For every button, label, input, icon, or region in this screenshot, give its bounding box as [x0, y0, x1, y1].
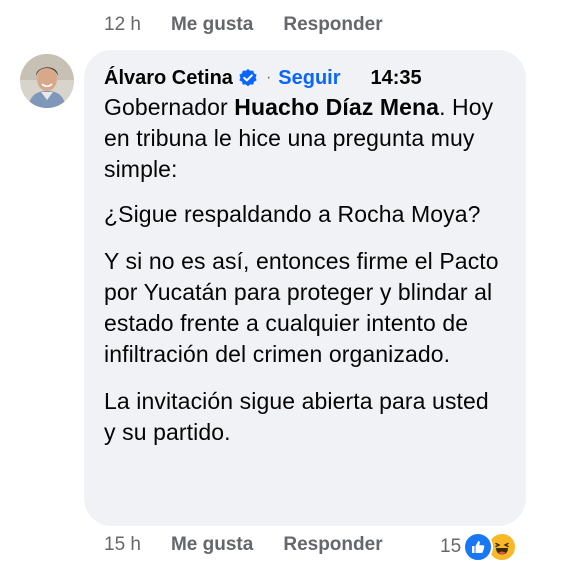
like-button[interactable]: Me gusta — [171, 534, 253, 556]
verified-badge-icon — [238, 68, 258, 88]
avatar-image — [20, 54, 74, 108]
comment-paragraph-4: La invitación sigue abierta para usted y… — [104, 388, 489, 445]
comment-p1-prefix: Gobernador — [104, 94, 235, 120]
comment-bubble: Álvaro Cetina · Seguir 14:35 Gobernador … — [84, 50, 526, 526]
comment-paragraph-1: Gobernador Huacho Díaz Mena. Hoy en trib… — [104, 92, 506, 185]
comment-time[interactable]: 14:35 — [371, 67, 422, 90]
comment-paragraph-2: ¿Sigue respaldando a Rocha Moya? — [104, 201, 481, 227]
comment-paragraph-3: Y si no es así, entonces firme el Pacto … — [104, 248, 499, 367]
like-reaction-icon — [463, 532, 494, 562]
previous-like-button[interactable]: Me gusta — [171, 14, 253, 36]
follow-button[interactable]: Seguir — [278, 67, 340, 90]
comment-age[interactable]: 15 h — [104, 534, 141, 556]
avatar[interactable] — [20, 54, 74, 108]
reaction-summary[interactable]: 15 — [440, 532, 518, 562]
previous-reply-button[interactable]: Responder — [283, 14, 382, 36]
reaction-count: 15 — [440, 536, 462, 557]
comment-header: Álvaro Cetina · Seguir 14:35 — [104, 64, 506, 92]
reply-button[interactable]: Responder — [283, 534, 382, 556]
comment-author[interactable]: Álvaro Cetina — [104, 67, 233, 90]
previous-comment-time[interactable]: 12 h — [104, 14, 141, 36]
previous-comment-actions: 12 h Me gusta Responder — [104, 14, 413, 36]
mentioned-name: Huacho Díaz Mena — [234, 94, 440, 120]
separator-dot: · — [265, 69, 272, 86]
